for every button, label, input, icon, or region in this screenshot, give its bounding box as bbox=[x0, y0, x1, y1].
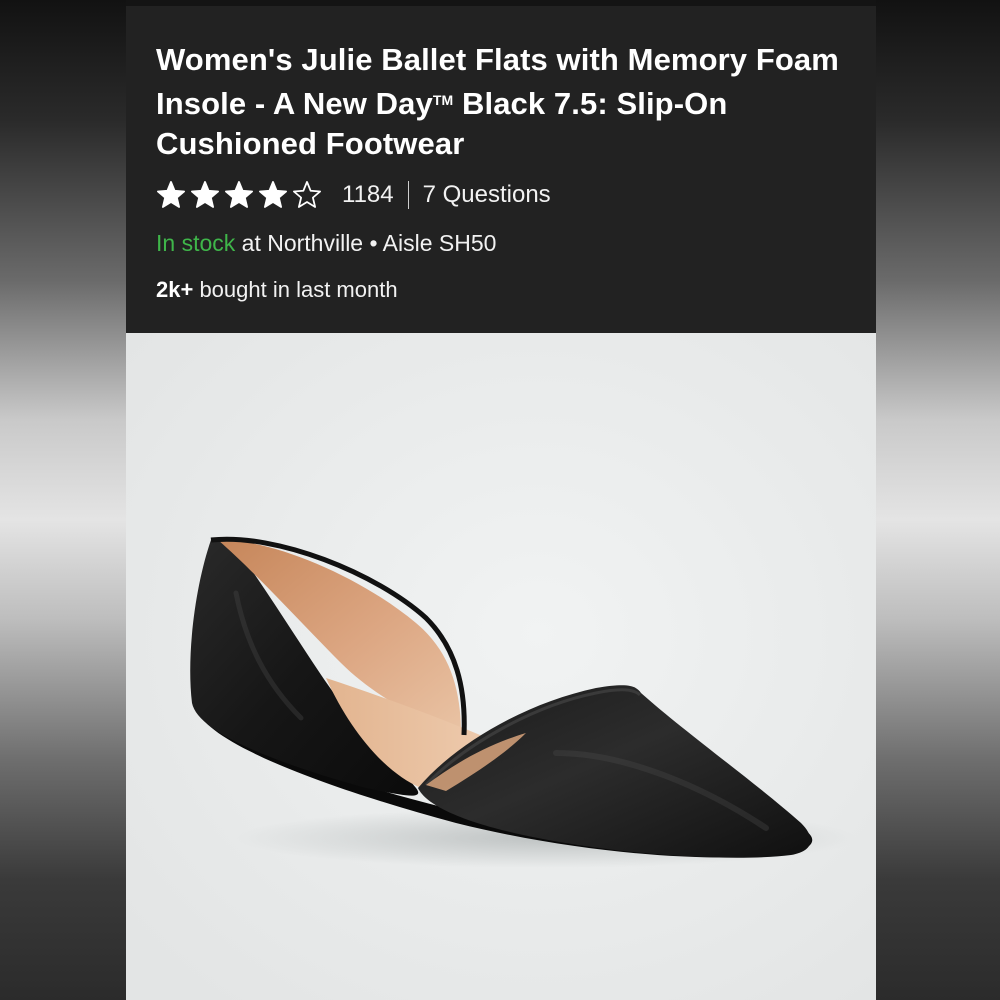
star-filled-icon bbox=[156, 180, 186, 210]
store-location[interactable]: at Northville • Aisle SH50 bbox=[235, 230, 497, 256]
rating-row: 1184 7 Questions bbox=[156, 180, 846, 210]
stock-row: In stock at Northville • Aisle SH50 bbox=[156, 230, 846, 257]
purchase-stat-row: 2k+ bought in last month bbox=[156, 277, 846, 303]
star-filled-icon bbox=[224, 180, 254, 210]
blurred-background-left bbox=[0, 0, 126, 1000]
in-stock-label: In stock bbox=[156, 230, 236, 256]
bought-text: bought in last month bbox=[193, 277, 398, 302]
rating-divider bbox=[407, 181, 409, 209]
blurred-background-right bbox=[876, 0, 1000, 1000]
screenshot-frame: Women's Julie Ballet Flats with Memory F… bbox=[0, 0, 1000, 1000]
questions-link[interactable]: 7 Questions bbox=[423, 181, 551, 209]
shoe-image bbox=[126, 333, 876, 1000]
star-rating[interactable] bbox=[156, 180, 322, 210]
star-filled-icon bbox=[258, 180, 288, 210]
product-card: Women's Julie Ballet Flats with Memory F… bbox=[126, 0, 876, 1000]
review-count[interactable]: 1184 bbox=[342, 181, 394, 209]
star-empty-icon bbox=[292, 180, 322, 210]
bought-count: 2k+ bbox=[156, 277, 194, 302]
product-image[interactable] bbox=[126, 333, 876, 1000]
product-title: Women's Julie Ballet Flats with Memory F… bbox=[156, 40, 846, 164]
product-info-section: Women's Julie Ballet Flats with Memory F… bbox=[126, 6, 876, 333]
star-filled-icon bbox=[190, 180, 220, 210]
trademark-symbol: TM bbox=[432, 92, 454, 108]
